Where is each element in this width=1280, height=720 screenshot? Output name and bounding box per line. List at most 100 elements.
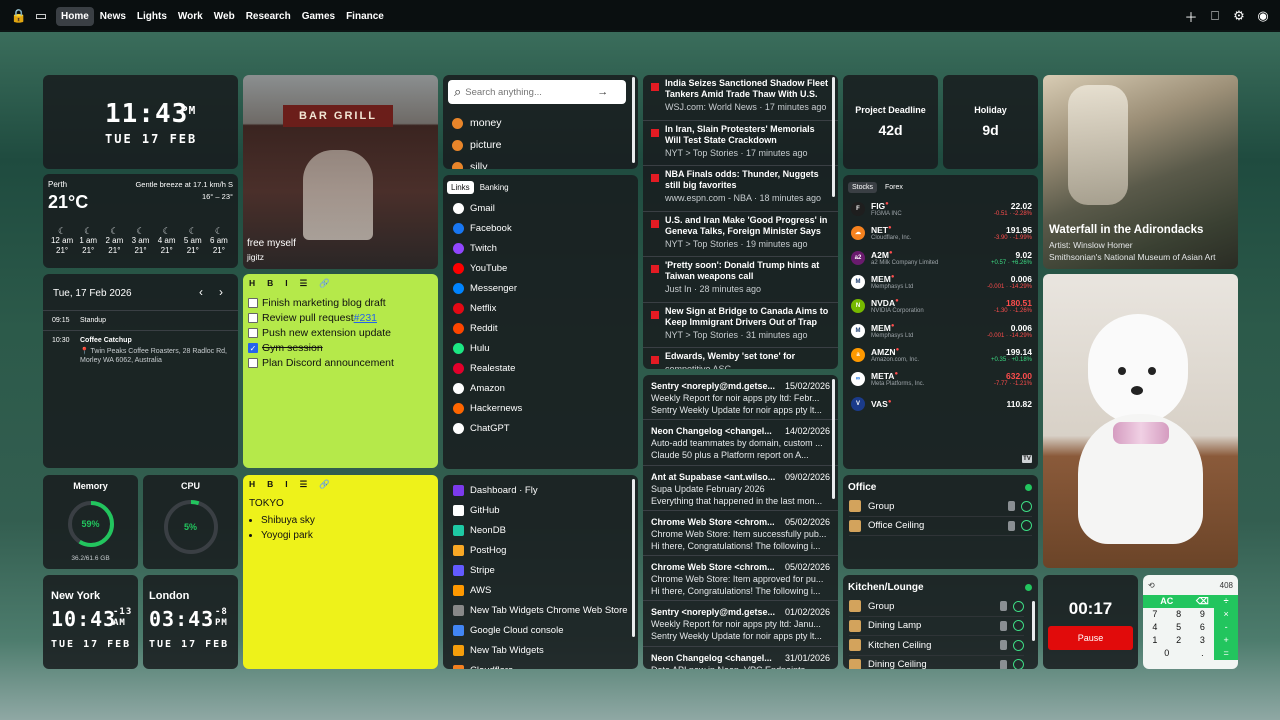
scrollbar[interactable] xyxy=(1032,601,1035,641)
link-item[interactable]: New Tab Widgets xyxy=(443,640,638,660)
link-reddit[interactable]: Reddit xyxy=(443,318,638,338)
device-row[interactable]: Kitchen Ceiling xyxy=(849,636,1024,656)
link-facebook[interactable]: Facebook xyxy=(443,218,638,238)
toggle-switch[interactable] xyxy=(1000,620,1007,631)
toolbar-button[interactable]: B xyxy=(267,479,273,490)
search-suggestion[interactable]: silly xyxy=(452,156,502,169)
add-icon[interactable]: ＋ xyxy=(1182,5,1200,27)
lock-icon[interactable]: 🔒 xyxy=(8,5,30,27)
news-item[interactable]: U.S. and Iran Make 'Good Progress' in Ge… xyxy=(643,212,838,257)
news-item[interactable]: Edwards, Wemby 'set tone' for competitive… xyxy=(643,348,838,369)
toggle-switch[interactable] xyxy=(1008,520,1015,531)
arrow-right-icon[interactable]: → xyxy=(597,86,608,98)
stock-row[interactable]: V VAS● 110.82 xyxy=(843,391,1038,415)
calc-key[interactable]: × xyxy=(1214,608,1238,621)
tab-news[interactable]: News xyxy=(95,7,131,26)
search-box[interactable]: ⌕ → xyxy=(448,80,626,104)
stock-row[interactable]: a AMZN● Amazon.com, Inc. 199.14 +0.35 · +0.1… xyxy=(843,343,1038,367)
history-icon[interactable]: ⟲ xyxy=(1148,581,1155,590)
link-item[interactable]: Google Cloud console xyxy=(443,620,638,640)
mail-item[interactable]: Chrome Web Store <chrom... 05/02/2026 Chro… xyxy=(643,556,838,602)
calc-key[interactable]: ⌫ xyxy=(1190,595,1215,608)
tab-finance[interactable]: Finance xyxy=(341,7,389,26)
link-item[interactable]: PostHog xyxy=(443,540,638,560)
calc-key[interactable]: 5 xyxy=(1167,621,1191,634)
stock-row[interactable]: M MEM● Memphasys Ltd 0.006 -0.001 · -14.29% xyxy=(843,318,1038,342)
calc-key[interactable]: 4 xyxy=(1143,621,1167,634)
toolbar-button[interactable]: B xyxy=(267,278,273,289)
note-widget-todo[interactable]: H B I ☰ 🔗 Finish marketing blog draft Review … xyxy=(243,274,438,468)
discord-icon[interactable]: ◉ xyxy=(1254,5,1272,27)
todo-item[interactable]: Push new extension update xyxy=(243,325,438,340)
calc-key[interactable]: = xyxy=(1214,647,1238,660)
search-input[interactable] xyxy=(465,86,598,98)
calc-key[interactable]: 3 xyxy=(1191,634,1215,647)
device-row[interactable]: Group xyxy=(849,597,1024,617)
news-item[interactable]: New Sign at Bridge to Canada Aims to Kee… xyxy=(643,303,838,348)
scrollbar[interactable] xyxy=(632,479,635,637)
tab-games[interactable]: Games xyxy=(297,7,340,26)
calc-key[interactable]: 6 xyxy=(1191,621,1215,634)
toolbar-button[interactable]: I xyxy=(285,479,287,490)
pause-button[interactable]: Pause xyxy=(1048,626,1133,650)
link-item[interactable]: Dashboard · Fly xyxy=(443,480,638,500)
link-item[interactable]: NeonDB xyxy=(443,520,638,540)
calc-key[interactable]: - xyxy=(1214,621,1238,634)
bookmark-icon[interactable]: ⎕ xyxy=(1206,5,1224,27)
gear-icon[interactable]: ⚙ xyxy=(1230,5,1248,27)
calc-key[interactable]: 0 xyxy=(1143,647,1191,660)
calc-key[interactable]: AC xyxy=(1143,595,1191,608)
tab-research[interactable]: Research xyxy=(241,7,296,26)
scrollbar[interactable] xyxy=(832,379,835,499)
link-hulu[interactable]: Hulu xyxy=(443,338,638,358)
tab-forex[interactable]: Forex xyxy=(885,184,903,191)
tab-web[interactable]: Web xyxy=(209,7,240,26)
search-suggestion[interactable]: money xyxy=(452,112,502,134)
news-item[interactable]: NBA Finals odds: Thunder, Nuggets still … xyxy=(643,166,838,212)
checkbox[interactable] xyxy=(248,297,258,308)
link-item[interactable]: GitHub xyxy=(443,500,638,520)
calc-key[interactable]: 8 xyxy=(1167,608,1191,621)
search-suggestion[interactable]: picture xyxy=(452,134,502,156)
news-item[interactable]: In Iran, Slain Protesters' Memorials Wil… xyxy=(643,121,838,166)
power-icon[interactable] xyxy=(1021,500,1032,512)
stock-row[interactable]: M MEM● Memphasys Ltd 0.006 -0.001 · -14.29% xyxy=(843,270,1038,294)
link-netflix[interactable]: Netflix xyxy=(443,298,638,318)
toggle-switch[interactable] xyxy=(1000,640,1007,651)
todo-item[interactable]: Plan Discord announcement xyxy=(243,355,438,370)
prev-icon[interactable]: ‹ xyxy=(199,285,203,299)
checkbox[interactable] xyxy=(248,312,258,323)
todo-item[interactable]: Finish marketing blog draft xyxy=(243,295,438,310)
mail-item[interactable]: Neon Changelog <changel... 14/02/2026 Auto… xyxy=(643,420,838,466)
folder-icon[interactable]: ▭ xyxy=(30,5,52,27)
toggle-switch[interactable] xyxy=(1008,501,1015,512)
link-gmail[interactable]: Gmail xyxy=(443,198,638,218)
link-hackernews[interactable]: Hackernews xyxy=(443,398,638,418)
mail-item[interactable]: Sentry <noreply@md.getse... 15/02/2026 Wee… xyxy=(643,375,838,421)
link-chatgpt[interactable]: ChatGPT xyxy=(443,418,638,438)
tab-home[interactable]: Home xyxy=(56,6,94,26)
power-icon[interactable] xyxy=(1013,620,1024,632)
power-icon[interactable] xyxy=(1021,520,1032,532)
toolbar-button[interactable]: ☰ xyxy=(300,278,308,289)
calc-key[interactable]: . xyxy=(1191,647,1215,660)
calc-key[interactable]: 2 xyxy=(1167,634,1191,647)
checkbox[interactable]: ✓ xyxy=(248,342,258,353)
calc-key[interactable]: ÷ xyxy=(1214,595,1238,608)
next-icon[interactable]: › xyxy=(219,285,223,299)
stock-row[interactable]: ☁ NET● Cloudflare, Inc. 191.95 -3.90 · -1.99… xyxy=(843,221,1038,245)
mail-item[interactable]: Sentry <noreply@md.getse... 01/02/2026 Wee… xyxy=(643,601,838,647)
link-item[interactable]: New Tab Widgets Chrome Web Store xyxy=(443,600,638,620)
toolbar-button[interactable]: 🔗 xyxy=(319,278,330,289)
toolbar-button[interactable]: H xyxy=(249,278,255,289)
link-item[interactable]: Stripe xyxy=(443,560,638,580)
device-row[interactable]: Dining Ceiling xyxy=(849,656,1024,669)
calc-key[interactable]: + xyxy=(1214,634,1238,647)
note-widget-tokyo[interactable]: H B I ☰ 🔗 TOKYO Shibuya skyYoyogi park xyxy=(243,475,438,669)
link-youtube[interactable]: YouTube xyxy=(443,258,638,278)
power-icon[interactable] xyxy=(1013,639,1024,651)
stock-row[interactable]: N NVDA● NVIDIA Corporation 180.51 -1.30 · -1… xyxy=(843,294,1038,318)
device-row[interactable]: Group xyxy=(849,497,1032,517)
stock-row[interactable]: a2 A2M● a2 Milk Company Limited 9.02 +0.57 ·… xyxy=(843,246,1038,270)
toggle-switch[interactable] xyxy=(1000,659,1007,669)
